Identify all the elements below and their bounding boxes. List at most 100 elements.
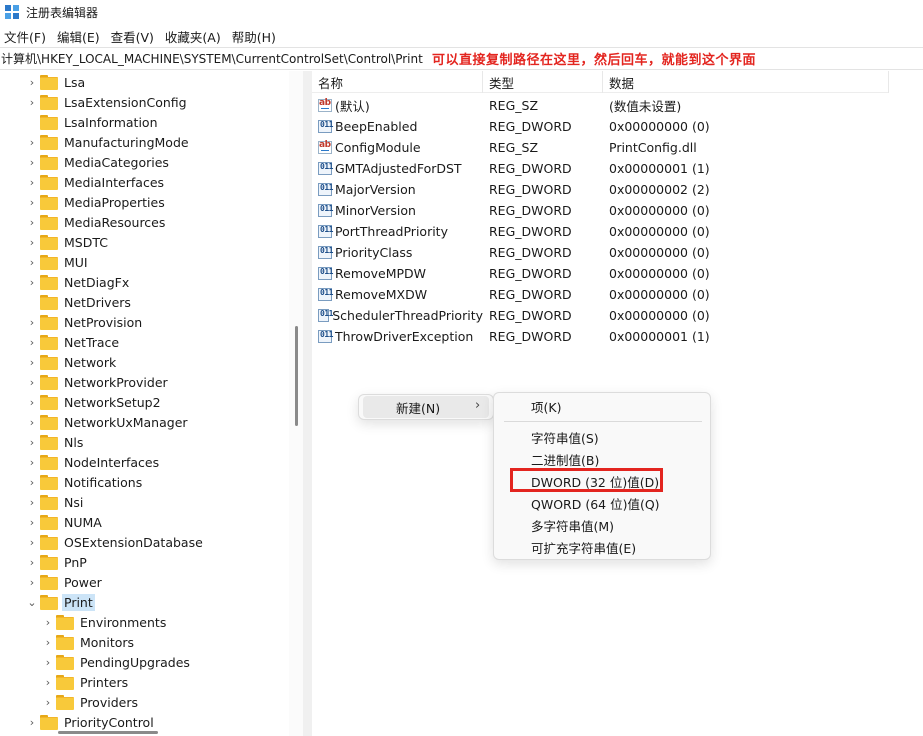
new-qword-value-item[interactable]: QWORD (64 位)值(Q) [498, 492, 706, 514]
tree-item[interactable]: › ManufacturingMode [27, 132, 191, 152]
table-row[interactable]: ab (默认) REG_SZ (数值未设置) [312, 95, 803, 116]
tree-item[interactable]: NetDrivers [27, 292, 133, 312]
chevron-right-icon[interactable]: › [27, 92, 37, 112]
tree-item[interactable]: › MUI [27, 252, 90, 272]
table-row[interactable]: 011 BeepEnabled REG_DWORD 0x00000000 (0) [312, 116, 803, 137]
tree-item[interactable]: › MediaResources [27, 212, 167, 232]
new-key-item[interactable]: 项(K) [498, 395, 706, 417]
chevron-right-icon[interactable]: › [27, 172, 37, 192]
tree-item[interactable]: › NetworkSetup2 [27, 392, 163, 412]
tree-item[interactable]: › MSDTC [27, 232, 110, 252]
chevron-right-icon[interactable]: › [43, 652, 53, 672]
menu-edit[interactable]: 编辑(E) [53, 27, 104, 46]
pane-splitter[interactable] [303, 71, 312, 736]
tree-item[interactable]: › NetworkUxManager [27, 412, 190, 432]
chevron-right-icon[interactable]: › [27, 272, 37, 292]
tree-item[interactable]: LsaInformation [27, 112, 160, 132]
chevron-right-icon[interactable]: › [27, 392, 37, 412]
tree-item[interactable]: ⌄ Print [27, 592, 95, 612]
new-binary-value-item[interactable]: 二进制值(B) [498, 448, 706, 470]
binary-value-icon: 011 [318, 288, 333, 301]
chevron-right-icon[interactable]: › [43, 692, 53, 712]
menu-help[interactable]: 帮助(H) [228, 27, 280, 46]
chevron-down-icon[interactable]: ⌄ [27, 592, 37, 612]
tree-item[interactable]: › Environments [43, 612, 168, 632]
address-input[interactable] [1, 51, 432, 66]
chevron-right-icon[interactable]: › [27, 252, 37, 272]
new-expandable-string-value-item[interactable]: 可扩充字符串值(E) [498, 536, 706, 558]
table-row[interactable]: 011 SchedulerThreadPriority REG_DWORD 0x000… [312, 305, 803, 326]
tree-item[interactable]: › MediaCategories [27, 152, 171, 172]
tree-item[interactable]: › Providers [43, 692, 140, 712]
tree-item[interactable]: › Printers [43, 672, 130, 692]
tree-item[interactable]: › Nls [27, 432, 85, 452]
tree-item[interactable]: › Notifications [27, 472, 144, 492]
chevron-right-icon[interactable]: › [27, 192, 37, 212]
tree-vertical-scrollbar[interactable] [289, 71, 303, 736]
menu-file[interactable]: 文件(F) [0, 27, 50, 46]
tree-item[interactable]: › NetDiagFx [27, 272, 131, 292]
table-row[interactable]: 011 GMTAdjustedForDST REG_DWORD 0x00000001 … [312, 158, 803, 179]
chevron-right-icon[interactable]: › [27, 232, 37, 252]
tree-item[interactable]: › OSExtensionDatabase [27, 532, 205, 552]
menu-view[interactable]: 查看(V) [107, 27, 158, 46]
chevron-right-icon[interactable]: › [27, 512, 37, 532]
tree-horizontal-scrollbar[interactable] [0, 728, 289, 736]
table-row[interactable]: 011 RemoveMXDW REG_DWORD 0x00000000 (0) [312, 284, 803, 305]
tree-item[interactable]: › Network [27, 352, 118, 372]
chevron-right-icon[interactable]: › [27, 492, 37, 512]
new-multi-string-value-item[interactable]: 多字符串值(M) [498, 514, 706, 536]
tree-item[interactable]: › NodeInterfaces [27, 452, 161, 472]
table-row[interactable]: ab ConfigModule REG_SZ PrintConfig.dll [312, 137, 803, 158]
chevron-right-icon[interactable]: › [43, 612, 53, 632]
tree-item[interactable]: › NetworkProvider [27, 372, 170, 392]
column-name-header[interactable]: 名称 [312, 71, 483, 93]
chevron-right-icon[interactable]: › [27, 372, 37, 392]
tree-hscroll-thumb[interactable] [58, 731, 158, 734]
chevron-right-icon[interactable]: › [27, 472, 37, 492]
table-row[interactable]: 011 PortThreadPriority REG_DWORD 0x00000000… [312, 221, 803, 242]
chevron-right-icon[interactable]: › [43, 672, 53, 692]
chevron-right-icon[interactable]: › [27, 452, 37, 472]
table-row[interactable]: 011 MajorVersion REG_DWORD 0x00000002 (2) [312, 179, 803, 200]
chevron-right-icon[interactable]: › [27, 212, 37, 232]
chevron-right-icon[interactable]: › [27, 312, 37, 332]
table-row[interactable]: 011 ThrowDriverException REG_DWORD 0x000000… [312, 326, 803, 347]
tree-item[interactable]: › LsaExtensionConfig [27, 92, 189, 112]
title-bar: 注册表编辑器 [0, 0, 923, 24]
tree-item[interactable]: › MediaProperties [27, 192, 167, 212]
chevron-right-icon[interactable]: › [43, 632, 53, 652]
chevron-right-icon[interactable]: › [27, 432, 37, 452]
chevron-right-icon[interactable]: › [27, 552, 37, 572]
table-row[interactable]: 011 RemoveMPDW REG_DWORD 0x00000000 (0) [312, 263, 803, 284]
tree-item[interactable]: › NUMA [27, 512, 104, 532]
column-data-header[interactable]: 数据 [603, 71, 889, 93]
chevron-right-icon[interactable]: › [27, 532, 37, 552]
new-string-value-item[interactable]: 字符串值(S) [498, 426, 706, 448]
chevron-right-icon[interactable]: › [27, 152, 37, 172]
column-type-header[interactable]: 类型 [483, 71, 603, 93]
chevron-right-icon[interactable]: › [27, 332, 37, 352]
tree-item[interactable]: › MediaInterfaces [27, 172, 166, 192]
tree-item[interactable]: › PendingUpgrades [43, 652, 192, 672]
table-row[interactable]: 011 PriorityClass REG_DWORD 0x00000000 (0) [312, 242, 803, 263]
chevron-right-icon[interactable]: › [27, 72, 37, 92]
tree-item[interactable]: › NetTrace [27, 332, 121, 352]
new-menu-item[interactable]: 新建(N) [363, 396, 489, 418]
chevron-right-icon[interactable]: › [27, 132, 37, 152]
tree-item[interactable]: › Nsi [27, 492, 85, 512]
tree-item[interactable]: › Lsa [27, 72, 87, 92]
tree-item[interactable]: › NetProvision [27, 312, 144, 332]
chevron-right-icon[interactable]: › [27, 572, 37, 592]
value-data-cell: 0x00000000 (0) [609, 224, 710, 239]
tree-item[interactable]: › PnP [27, 552, 89, 572]
tree-item[interactable]: › Power [27, 572, 104, 592]
values-list-scrollbar[interactable] [889, 71, 923, 736]
tree-scroll-thumb[interactable] [295, 326, 298, 426]
tree-item[interactable]: › Monitors [43, 632, 136, 652]
folder-icon [56, 675, 74, 690]
chevron-right-icon[interactable]: › [27, 352, 37, 372]
menu-favorites[interactable]: 收藏夹(A) [161, 27, 225, 46]
chevron-right-icon[interactable]: › [27, 412, 37, 432]
table-row[interactable]: 011 MinorVersion REG_DWORD 0x00000000 (0) [312, 200, 803, 221]
